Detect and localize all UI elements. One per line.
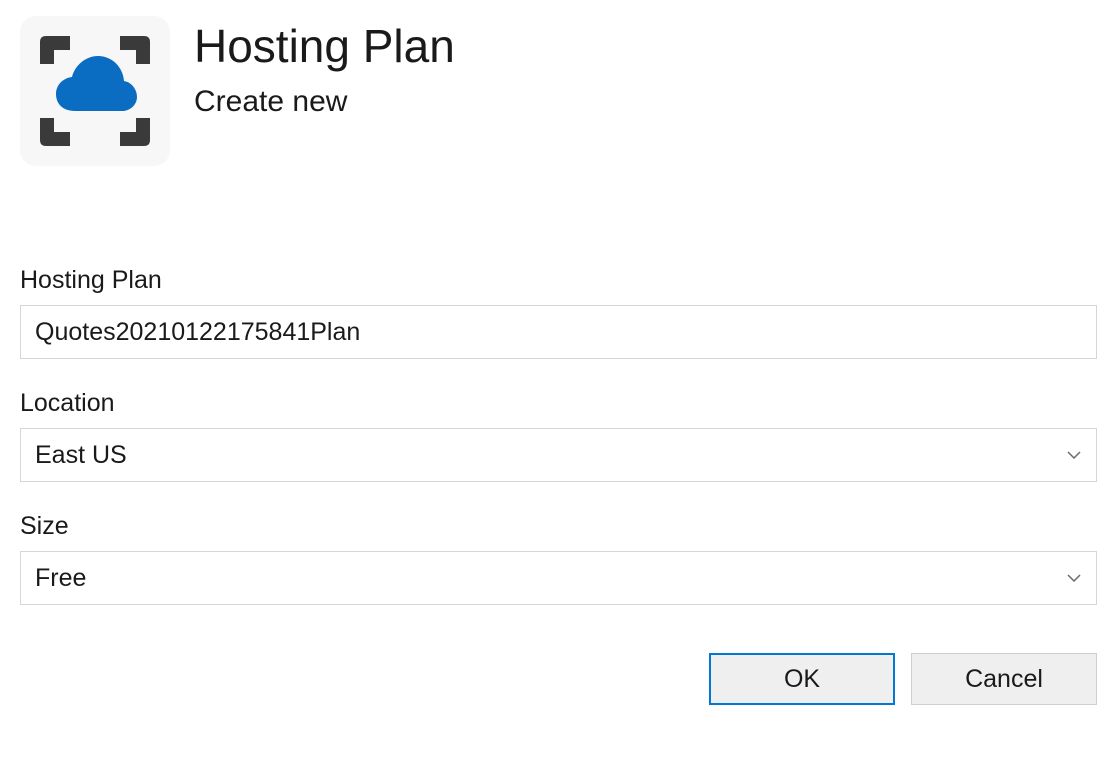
cloud-frame-icon [30,26,160,156]
dialog-header: Hosting Plan Create new [20,12,1097,166]
location-field-group: Location East US [20,389,1097,482]
hosting-plan-icon [20,16,170,166]
size-select[interactable]: Free [20,551,1097,605]
size-field-group: Size Free [20,512,1097,605]
dialog-title: Hosting Plan [194,20,455,73]
button-row: OK Cancel [20,653,1097,705]
title-block: Hosting Plan Create new [194,12,455,119]
dialog-subtitle: Create new [194,85,455,119]
location-select[interactable]: East US [20,428,1097,482]
hosting-plan-field-group: Hosting Plan [20,266,1097,359]
ok-button[interactable]: OK [709,653,895,705]
hosting-plan-input[interactable] [20,305,1097,359]
size-select-wrap: Free [20,551,1097,605]
location-label: Location [20,389,1097,418]
cancel-button[interactable]: Cancel [911,653,1097,705]
form: Hosting Plan Location East US Size Free … [20,266,1097,705]
location-select-wrap: East US [20,428,1097,482]
hosting-plan-label: Hosting Plan [20,266,1097,295]
size-label: Size [20,512,1097,541]
